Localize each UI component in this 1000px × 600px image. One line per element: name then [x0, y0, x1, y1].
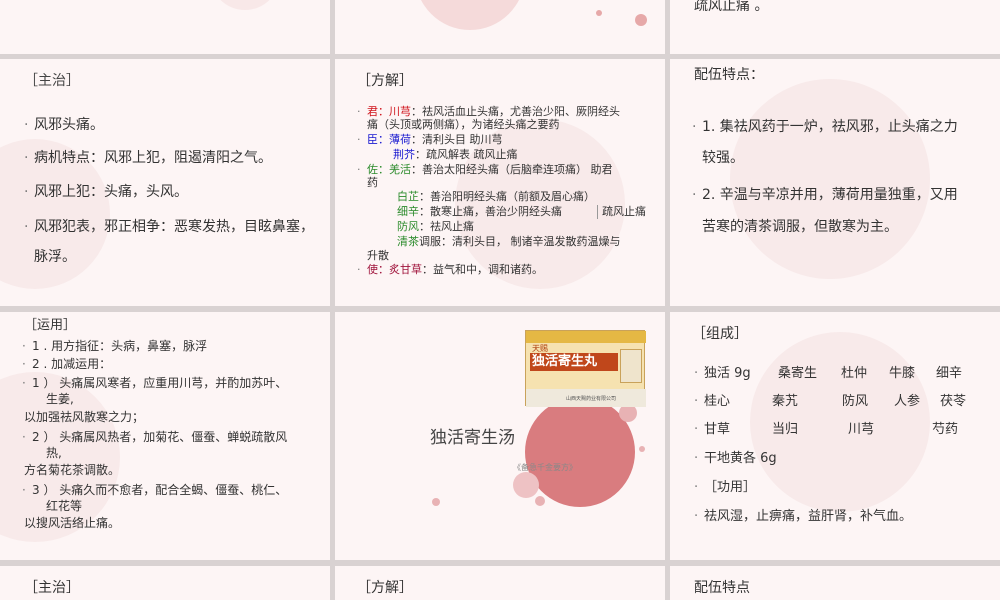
fangfeng-desc: ：祛风止痛: [419, 220, 474, 233]
zucheng-r1-c4: 牛膝: [889, 366, 916, 381]
duhuo-subtitle: 《备急千金要方》: [513, 463, 577, 472]
zhuzhi-line-4: 风邪犯表，邪正相争：恶寒发热，目眩鼻塞，: [24, 217, 314, 237]
slide-bottom-middle: ［方解］: [335, 566, 665, 600]
fangjie-jun-2: 痛（头顶或两侧痛），为诸经头痛之要药: [367, 118, 560, 131]
shi-desc: ：益气和中，调和诸药。: [422, 263, 543, 276]
yunyong-line-4: 生姜,: [46, 392, 74, 406]
peiwu-line-4: 苦寒的清茶调服，但散寒为主。: [702, 219, 898, 235]
fangjie-heading: ［方解］: [357, 73, 413, 89]
fangjie-chen: 臣：薄荷：清利头目 助川芎: [357, 133, 503, 147]
jun-desc: ：祛风活血止头痛，尤善治少阳、厥阴经头: [411, 105, 620, 118]
zucheng-r2-c4: 人参: [894, 394, 921, 409]
zhuzhi-line-5: 脉浮。: [34, 249, 76, 265]
yunyong-line-2: 2 . 加减运用：: [22, 356, 111, 372]
zuo-tag: 佐：: [367, 163, 389, 176]
fangjie-jingjie: 荆芥：疏风解表 疏风止痛: [393, 148, 518, 162]
gongyong-heading: ［功用］: [694, 480, 756, 496]
zhuzhi-heading: ［主治］: [24, 73, 80, 89]
bottom-heading-2: ［方解］: [357, 580, 413, 596]
yunyong-line-9: 3 ） 头痛久而不愈者，配合全蝎、僵蚕、桃仁、: [22, 482, 287, 498]
slide-yunyong: ［运用］ 1 . 用方指征：头病，鼻塞，脉浮 2 . 加减运用： 1 ） 头痛属…: [0, 312, 330, 560]
baizhi-desc: ：善治阳明经头痛（前额及眉心痛）: [419, 190, 595, 203]
zhuzhi-line-3: 风邪上犯：头痛，头风。: [24, 182, 188, 202]
yunyong-line-6: 2 ） 头痛属风热者，加菊花、僵蚕、蝉蜕疏散风: [22, 429, 287, 445]
chen-tag: 臣：: [367, 133, 389, 146]
slide-zhuzhi: ［主治］ 风邪头痛。 病机特点：风邪上犯，阻遏清阳之气。 风邪上犯：头痛，头风。…: [0, 59, 330, 306]
slide-bottom-left: ［主治］: [0, 566, 330, 600]
box-maker: 山西天赐药业有限公司: [566, 396, 617, 402]
chen-desc: ：清利头目 助川芎: [411, 133, 503, 146]
zuo-desc: ：善治太阳经头痛（后脑牵连项痛） 助君: [411, 163, 613, 176]
box-name: 独活寄生丸: [532, 354, 598, 369]
shi-tag: 使：: [367, 263, 389, 276]
zucheng-r2-c1: 桂心: [694, 394, 730, 410]
jun-tag: 君：: [367, 105, 389, 118]
zucheng-r3-c1: 甘草: [694, 422, 730, 438]
slide-peiwu: 配伍特点： 1. 集祛风药于一炉，祛风邪，止头痛之力 较强。 2. 辛温与辛凉并…: [670, 59, 1000, 306]
chen-herb: 薄荷: [389, 133, 411, 146]
jun-herb: 川芎: [389, 105, 411, 118]
peiwu-heading: 配伍特点：: [694, 67, 764, 83]
yunyong-line-10: 红花等: [46, 499, 83, 513]
zucheng-r2-c2: 秦艽: [772, 394, 799, 409]
zucheng-heading: ［组成］: [692, 326, 748, 342]
zhuzhi-line-2: 病机特点：风邪上犯，阻遏清阳之气。: [24, 148, 272, 168]
zucheng-r3-c3: 川芎: [848, 422, 875, 437]
slide-bottom-right: 配伍特点: [670, 566, 1000, 600]
zucheng-r1-c2: 桑寄生: [778, 366, 818, 381]
slide-top-right: 疏风止痛 。: [670, 0, 1000, 54]
zucheng-r3-c2: 当归: [772, 422, 799, 437]
zucheng-r4: 干地黄各 6g: [694, 451, 777, 467]
zucheng-r1-c5: 细辛: [936, 366, 963, 381]
slide-zucheng: ［组成］ 独活 9g 桑寄生 杜仲 牛膝 细辛 桂心 秦艽 防风 人参 茯苓 甘…: [670, 312, 1000, 560]
baizhi-herb: 白芷: [397, 190, 419, 203]
zuo-herb: 羌活: [389, 163, 411, 176]
xixin-desc: ：散寒止痛，善治少阴经头痛: [419, 205, 562, 218]
gongyong-text: 祛风湿，止痹痛，益肝肾，补气血。: [694, 509, 912, 525]
bottom-heading-1: ［主治］: [24, 580, 80, 596]
fangjie-shi: 使：炙甘草：益气和中，调和诸药。: [357, 263, 543, 277]
medicine-box-image: 天赐 独活寄生丸 山西天赐药业有限公司: [525, 330, 646, 407]
slide-top-left: [0, 0, 330, 54]
zhuzhi-line-1: 风邪头痛。: [24, 115, 104, 135]
duhuo-title: 独活寄生汤: [430, 428, 515, 448]
fangjie-zuo: 佐：羌活：善治太阳经头痛（后脑牵连项痛） 助君: [357, 163, 613, 177]
top-right-tail: 疏风止痛 。: [694, 0, 769, 14]
fangjie-qingcha-2: 升散: [367, 249, 389, 262]
fangjie-jun: 君：川芎：祛风活血止头痛，尤善治少阳、厥阴经头: [357, 105, 620, 119]
zucheng-r1-c3: 杜仲: [841, 366, 868, 381]
yunyong-line-1: 1 . 用方指征：头病，鼻塞，脉浮: [22, 338, 207, 354]
slide-top-middle: [335, 0, 665, 54]
zucheng-r1-c1: 独活 9g: [694, 366, 751, 382]
yunyong-heading: ［运用］: [24, 318, 77, 333]
jingjie-herb: 荆芥: [393, 148, 415, 161]
zucheng-r3-c4: 芍药: [932, 422, 959, 437]
box-portrait: [620, 349, 642, 383]
yunyong-line-7: 热,: [46, 446, 62, 460]
fangjie-zuo-2: 药: [367, 176, 378, 189]
yunyong-line-5: 以加强祛风散寒之力；: [24, 410, 145, 424]
fangjie-xixin: 细辛：散寒止痛，善治少阴经头痛: [397, 205, 562, 219]
qingcha-desc: 调服：清利头目， 制诸辛温发散药温燥与: [419, 235, 621, 248]
shi-herb: 炙甘草: [389, 263, 422, 276]
zucheng-r2-c5: 茯苓: [940, 394, 967, 409]
bottom-heading-3: 配伍特点: [694, 580, 750, 596]
fangfeng-herb: 防风: [397, 220, 419, 233]
peiwu-line-1: 1. 集祛风药于一炉，祛风邪，止头痛之力: [692, 117, 958, 137]
fangjie-qingcha: 清茶调服：清利头目， 制诸辛温发散药温燥与: [397, 235, 621, 249]
peiwu-line-2: 较强。: [702, 150, 744, 166]
fangjie-xixin-side: 疏风止痛: [597, 205, 646, 219]
zucheng-r2-c3: 防风: [842, 394, 869, 409]
jingjie-desc: ：疏风解表 疏风止痛: [415, 148, 518, 161]
slide-fangjie: ［方解］ 君：川芎：祛风活血止头痛，尤善治少阳、厥阴经头 痛（头顶或两侧痛），为…: [335, 59, 665, 306]
fangjie-baizhi: 白芷：善治阳明经头痛（前额及眉心痛）: [397, 190, 595, 204]
yunyong-line-8: 方名菊花茶调散。: [24, 463, 121, 477]
peiwu-line-3: 2. 辛温与辛凉并用，薄荷用量独重，又用: [692, 185, 958, 205]
yunyong-line-11: 以搜风活络止痛。: [24, 516, 121, 530]
fangjie-fangfeng: 防风：祛风止痛: [397, 220, 474, 234]
xixin-herb: 细辛: [397, 205, 419, 218]
qingcha-herb: 清茶: [397, 235, 419, 248]
slide-title-duhuo: 天赐 独活寄生丸 山西天赐药业有限公司 独活寄生汤 《备急千金要方》: [335, 312, 665, 560]
yunyong-line-3: 1 ） 头痛属风寒者，应重用川芎，并酌加苏叶、: [22, 375, 287, 391]
